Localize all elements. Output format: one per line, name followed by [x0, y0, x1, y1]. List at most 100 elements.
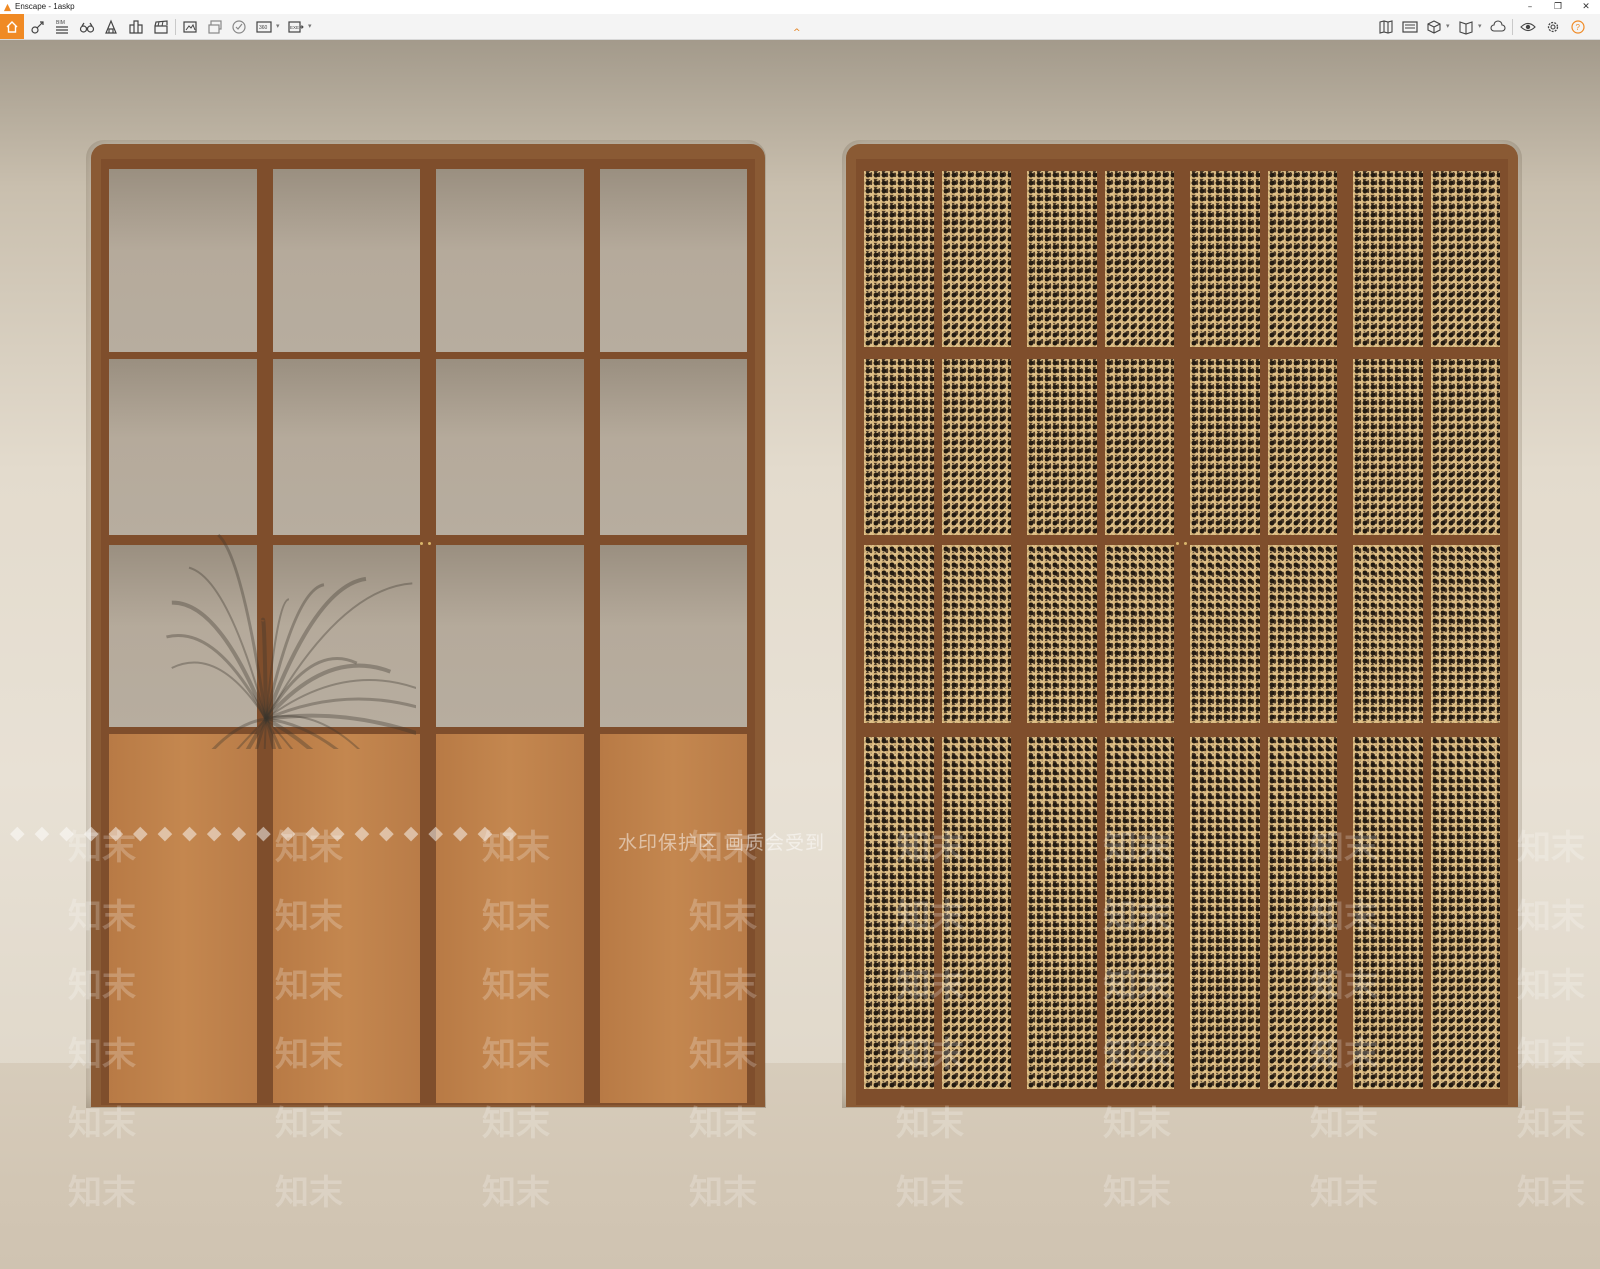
clapperboard-button[interactable]	[151, 17, 171, 37]
book-icon	[1459, 21, 1473, 35]
watermark-tile: 知末	[68, 1035, 136, 1075]
watermark-tile: 知末	[1310, 897, 1378, 937]
rattan-cane-panel	[941, 171, 1011, 347]
watermark-tile: 知末	[68, 966, 136, 1006]
home-button[interactable]	[0, 14, 24, 39]
watermark-tile: 知末	[68, 1173, 136, 1213]
frosted-glass-pane	[436, 169, 584, 352]
svg-text:EXE: EXE	[290, 25, 299, 30]
door-handle	[428, 542, 431, 545]
watermark-tile: 知末	[482, 966, 550, 1006]
window-title: Enscape - 1askp	[15, 2, 75, 11]
watermark-tile: 知末	[1103, 1104, 1171, 1144]
screenshot-button[interactable]	[180, 17, 200, 37]
clapperboard-icon	[154, 20, 168, 34]
watermark-tile: 知末	[1310, 1173, 1378, 1213]
cloud-button[interactable]	[1488, 17, 1508, 37]
watermark-tile: 知末	[482, 828, 550, 868]
batch-render-button[interactable]	[205, 17, 225, 37]
video-editor-button[interactable]	[1400, 17, 1420, 37]
site-context-icon	[105, 19, 117, 34]
watermark-tile: 知末	[1517, 897, 1585, 937]
frosted-glass-pane	[599, 169, 747, 352]
svg-text:?: ?	[1576, 23, 1581, 32]
book-dropdown-caret[interactable]: ▾	[1478, 22, 1482, 30]
settings-button[interactable]	[1543, 17, 1563, 37]
views-button[interactable]	[1376, 17, 1396, 37]
svg-text:BIM: BIM	[56, 20, 65, 26]
render-viewport[interactable]: ◆◆◆◆◆◆◆◆◆◆◆◆◆◆◆◆◆◆◆◆◆ 水印保护区 画质会受到 知末 知末 知末…	[0, 40, 1600, 1269]
export-button[interactable]: EXE	[286, 17, 306, 37]
buildings-button[interactable]	[126, 17, 146, 37]
buildings-icon	[129, 20, 143, 34]
cloud-icon	[1490, 20, 1506, 32]
watermark-tile: 知末	[1517, 966, 1585, 1006]
help-button[interactable]: ?	[1568, 17, 1588, 37]
cube-icon	[1427, 20, 1441, 34]
views-icon	[1379, 20, 1393, 34]
panorama-dropdown-caret[interactable]: ▾	[276, 22, 280, 30]
cube-dropdown-caret[interactable]: ▾	[1446, 22, 1450, 30]
watermark-tile: 知末	[896, 1104, 964, 1144]
rattan-cane-panel	[1190, 545, 1260, 723]
toolbar-separator	[175, 19, 176, 35]
frosted-glass-pane	[272, 169, 420, 352]
minimize-button[interactable]: –	[1516, 0, 1544, 14]
watermark-tile: 知末	[68, 897, 136, 937]
collapse-toolbar-caret[interactable]: ^	[793, 29, 801, 38]
watermark-tile: 知末	[689, 966, 757, 1006]
rattan-cane-panel	[1104, 545, 1174, 723]
help-icon: ?	[1571, 20, 1585, 34]
watermark-tile: 知末	[896, 897, 964, 937]
rattan-cane-panel	[1027, 359, 1097, 535]
binoculars-button[interactable]	[77, 17, 97, 37]
close-button[interactable]: ✕	[1572, 0, 1600, 14]
watermark-tile: 知末	[275, 828, 343, 868]
watermark-tile: 知末	[482, 1173, 550, 1213]
watermark-tile: 知末	[689, 897, 757, 937]
door-handle	[1176, 542, 1179, 545]
book-button[interactable]	[1456, 17, 1476, 37]
watermark-tile: 知末	[689, 1173, 757, 1213]
watermark-tile: 知末	[1103, 1173, 1171, 1213]
frosted-glass-pane	[436, 545, 584, 727]
svg-text:360: 360	[259, 25, 268, 31]
frosted-glass-pane	[436, 359, 584, 535]
cube-button[interactable]	[1424, 17, 1444, 37]
vr-button[interactable]	[229, 17, 249, 37]
rattan-cane-panel	[864, 171, 934, 347]
export-icon: EXE	[288, 21, 304, 33]
bim-button[interactable]: BIM	[52, 17, 72, 37]
panorama-icon: 360	[256, 21, 272, 33]
watermark-tile: 知末	[1517, 828, 1585, 868]
rattan-cane-panel	[1190, 737, 1260, 1089]
visibility-button[interactable]	[1518, 17, 1538, 37]
watermark-tile: 知末	[275, 966, 343, 1006]
site-context-button[interactable]	[101, 17, 121, 37]
export-dropdown-caret[interactable]: ▾	[308, 22, 312, 30]
batch-render-icon	[208, 20, 222, 34]
eye-icon	[1520, 22, 1536, 32]
watermark-tile: 知末	[896, 966, 964, 1006]
rattan-cane-panel	[1267, 359, 1337, 535]
bim-icon: BIM	[56, 20, 68, 34]
rattan-cane-panel	[1353, 545, 1423, 723]
rattan-cane-panel	[1353, 359, 1423, 535]
watermark-tile: 知末	[1103, 966, 1171, 1006]
watermark-tile: 知末	[68, 828, 136, 868]
watermark-tile: 知末	[68, 1104, 136, 1144]
rattan-cane-panel	[1430, 737, 1500, 1089]
asset-library-button[interactable]	[28, 17, 48, 37]
video-editor-icon	[1402, 21, 1418, 33]
rattan-cane-panel	[1267, 545, 1337, 723]
title-bar: Enscape - 1askp – ❐ ✕	[0, 0, 1600, 14]
maximize-button[interactable]: ❐	[1544, 0, 1572, 14]
rattan-cane-panel	[1190, 171, 1260, 347]
watermark-tile: 知末	[1310, 966, 1378, 1006]
watermark-tile: 知末	[896, 828, 964, 868]
rattan-cane-panel	[1267, 171, 1337, 347]
panorama-button[interactable]: 360	[254, 17, 274, 37]
enscape-logo-icon	[3, 3, 12, 11]
screenshot-icon	[183, 21, 197, 33]
watermark-tile: 知末	[689, 1035, 757, 1075]
